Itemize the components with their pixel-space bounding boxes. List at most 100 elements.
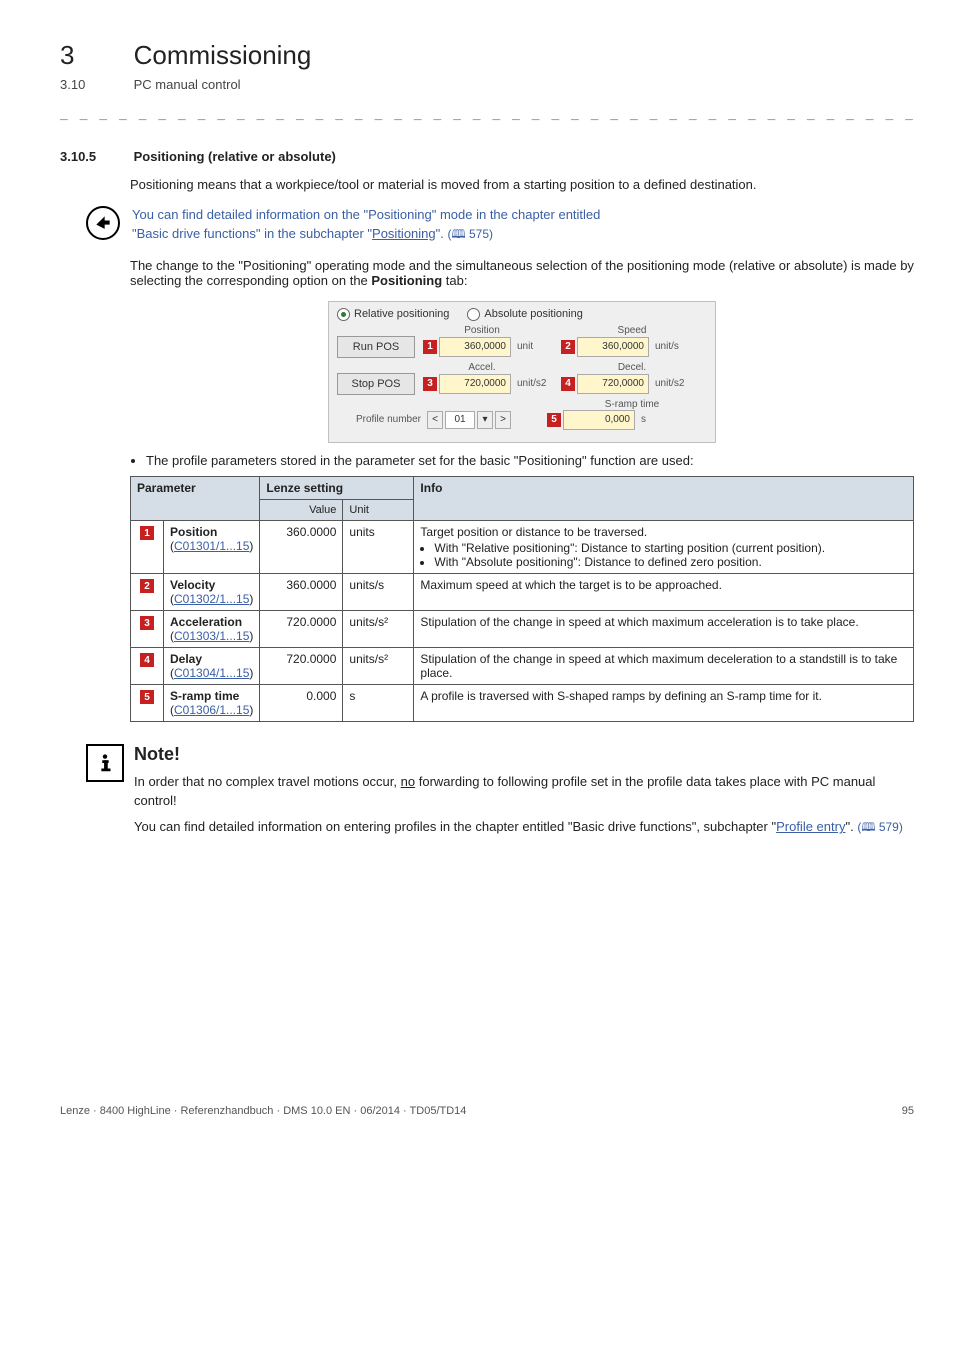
marker-3-icon: 3 [423, 377, 437, 391]
stop-pos-button[interactable]: Stop POS [337, 373, 415, 395]
row1-unit: units [343, 520, 414, 573]
th-info: Info [414, 476, 914, 520]
row2-name: Velocity [170, 578, 215, 592]
note-pageref[interactable]: (🕮 579) [857, 820, 903, 834]
separator-rule: _ _ _ _ _ _ _ _ _ _ _ _ _ _ _ _ _ _ _ _ … [60, 106, 914, 121]
accel-col-label: Accel. [427, 362, 537, 373]
position-value[interactable]: 360,0000 [439, 337, 511, 357]
tip-pageref[interactable]: (🕮 575) [448, 227, 494, 241]
row3-name: Acceleration [170, 615, 242, 629]
book-icon: 🕮 [861, 820, 875, 834]
note-callout: Note! In order that no complex travel mo… [86, 744, 914, 846]
chapter-number: 3 [60, 40, 130, 71]
row1-name: Position [170, 525, 217, 539]
profile-entry-link[interactable]: Profile entry [776, 819, 845, 834]
note-title: Note! [134, 744, 914, 765]
marker-1-icon: 1 [423, 340, 437, 354]
row1-marker-icon: 1 [140, 526, 154, 540]
speed-value[interactable]: 360,0000 [577, 337, 649, 357]
subsection-header: 3.10.5 Positioning (relative or absolute… [60, 149, 914, 164]
row2-marker-icon: 2 [140, 579, 154, 593]
row2-unit: units/s [343, 573, 414, 610]
sramp-value[interactable]: 0,000 [563, 410, 635, 430]
profile-prev-button[interactable]: < [427, 411, 443, 429]
position-col-label: Position [427, 325, 537, 336]
speed-col-label: Speed [577, 325, 687, 336]
parameter-table: Parameter Lenze setting Info Value Unit … [130, 476, 914, 722]
row5-name: S-ramp time [170, 689, 239, 703]
decel-value[interactable]: 720,0000 [577, 374, 649, 394]
info-icon [86, 744, 124, 782]
mode-change-paragraph: The change to the "Positioning" operatin… [130, 258, 914, 288]
row5-code-link[interactable]: C01306/1...15 [174, 703, 249, 717]
table-row: 3 Acceleration (C01303/1...15) 720.0000 … [131, 610, 914, 647]
row3-info: Stipulation of the change in speed at wh… [414, 610, 914, 647]
note-pageref-num: 579 [879, 820, 899, 834]
note-p1a: In order that no complex travel motions … [134, 774, 401, 789]
tip-pageref-num: 575 [469, 227, 489, 241]
table-row: 5 S-ramp time (C01306/1...15) 0.000 s A … [131, 684, 914, 721]
row5-unit: s [343, 684, 414, 721]
sramp-unit: s [635, 414, 685, 425]
sramp-col-label: S-ramp time [577, 399, 687, 410]
row4-unit: units/s² [343, 647, 414, 684]
row3-unit: units/s² [343, 610, 414, 647]
footer-left: Lenze · 8400 HighLine · Referenzhandbuch… [60, 1105, 466, 1117]
table-row: 4 Delay (C01304/1...15) 720.0000 units/s… [131, 647, 914, 684]
section-title: PC manual control [134, 77, 241, 92]
profile-next-button[interactable]: > [495, 411, 511, 429]
row1-info-b2: With "Absolute positioning": Distance to… [434, 555, 907, 569]
section-header: 3.10 PC manual control [60, 77, 914, 92]
speed-unit: unit/s [649, 341, 699, 352]
marker-2-icon: 2 [561, 340, 575, 354]
profile-number-label: Profile number [337, 414, 427, 425]
row3-code-link[interactable]: C01303/1...15 [174, 629, 249, 643]
relative-positioning-label: Relative positioning [354, 308, 449, 320]
absolute-positioning-radio[interactable] [467, 308, 480, 321]
page-footer: Lenze · 8400 HighLine · Referenzhandbuch… [60, 1105, 914, 1117]
decel-col-label: Decel. [577, 362, 687, 373]
run-pos-button[interactable]: Run POS [337, 336, 415, 358]
absolute-positioning-label: Absolute positioning [484, 308, 582, 320]
th-parameter: Parameter [131, 476, 260, 520]
row4-value: 720.0000 [260, 647, 343, 684]
accel-value[interactable]: 720,0000 [439, 374, 511, 394]
tip-callout: You can find detailed information on the… [86, 206, 914, 244]
profile-dropdown-button[interactable]: ▾ [477, 411, 493, 429]
th-lenze-setting: Lenze setting [260, 476, 414, 499]
row4-code-link[interactable]: C01304/1...15 [174, 666, 249, 680]
position-unit: unit [511, 341, 561, 352]
row4-marker-icon: 4 [140, 653, 154, 667]
positioning-link[interactable]: Positioning [372, 226, 436, 241]
profile-number-select[interactable]: 01 [445, 411, 475, 429]
row2-value: 360.0000 [260, 573, 343, 610]
row1-code-link[interactable]: C01301/1...15 [174, 539, 249, 553]
book-icon: 🕮 [452, 227, 466, 241]
row2-info: Maximum speed at which the target is to … [414, 573, 914, 610]
tip-line2-prefix: "Basic drive functions" in the subchapte… [132, 226, 372, 241]
accel-unit: unit/s2 [511, 378, 561, 389]
row4-info: Stipulation of the change in speed at wh… [414, 647, 914, 684]
subsection-title: Positioning (relative or absolute) [134, 149, 336, 164]
row3-value: 720.0000 [260, 610, 343, 647]
row4-name: Delay [170, 652, 202, 666]
section-number: 3.10 [60, 77, 130, 92]
th-value: Value [260, 499, 343, 520]
footer-page-number: 95 [902, 1105, 914, 1117]
decel-unit: unit/s2 [649, 378, 699, 389]
marker-4-icon: 4 [561, 377, 575, 391]
subsection-number: 3.10.5 [60, 149, 130, 164]
th-unit: Unit [343, 499, 414, 520]
chapter-header: 3 Commissioning [60, 40, 914, 71]
note-p2a: You can find detailed information on ent… [134, 819, 776, 834]
marker-5-icon: 5 [547, 413, 561, 427]
row1-value: 360.0000 [260, 520, 343, 573]
relative-positioning-radio[interactable] [337, 308, 350, 321]
table-row: 2 Velocity (C01302/1...15) 360.0000 unit… [131, 573, 914, 610]
row5-marker-icon: 5 [140, 690, 154, 704]
positioning-panel: Relative positioning Absolute positionin… [328, 301, 716, 443]
row5-value: 0.000 [260, 684, 343, 721]
row5-info: A profile is traversed with S-shaped ram… [414, 684, 914, 721]
row2-code-link[interactable]: C01302/1...15 [174, 592, 249, 606]
note-p2b: ". [845, 819, 853, 834]
